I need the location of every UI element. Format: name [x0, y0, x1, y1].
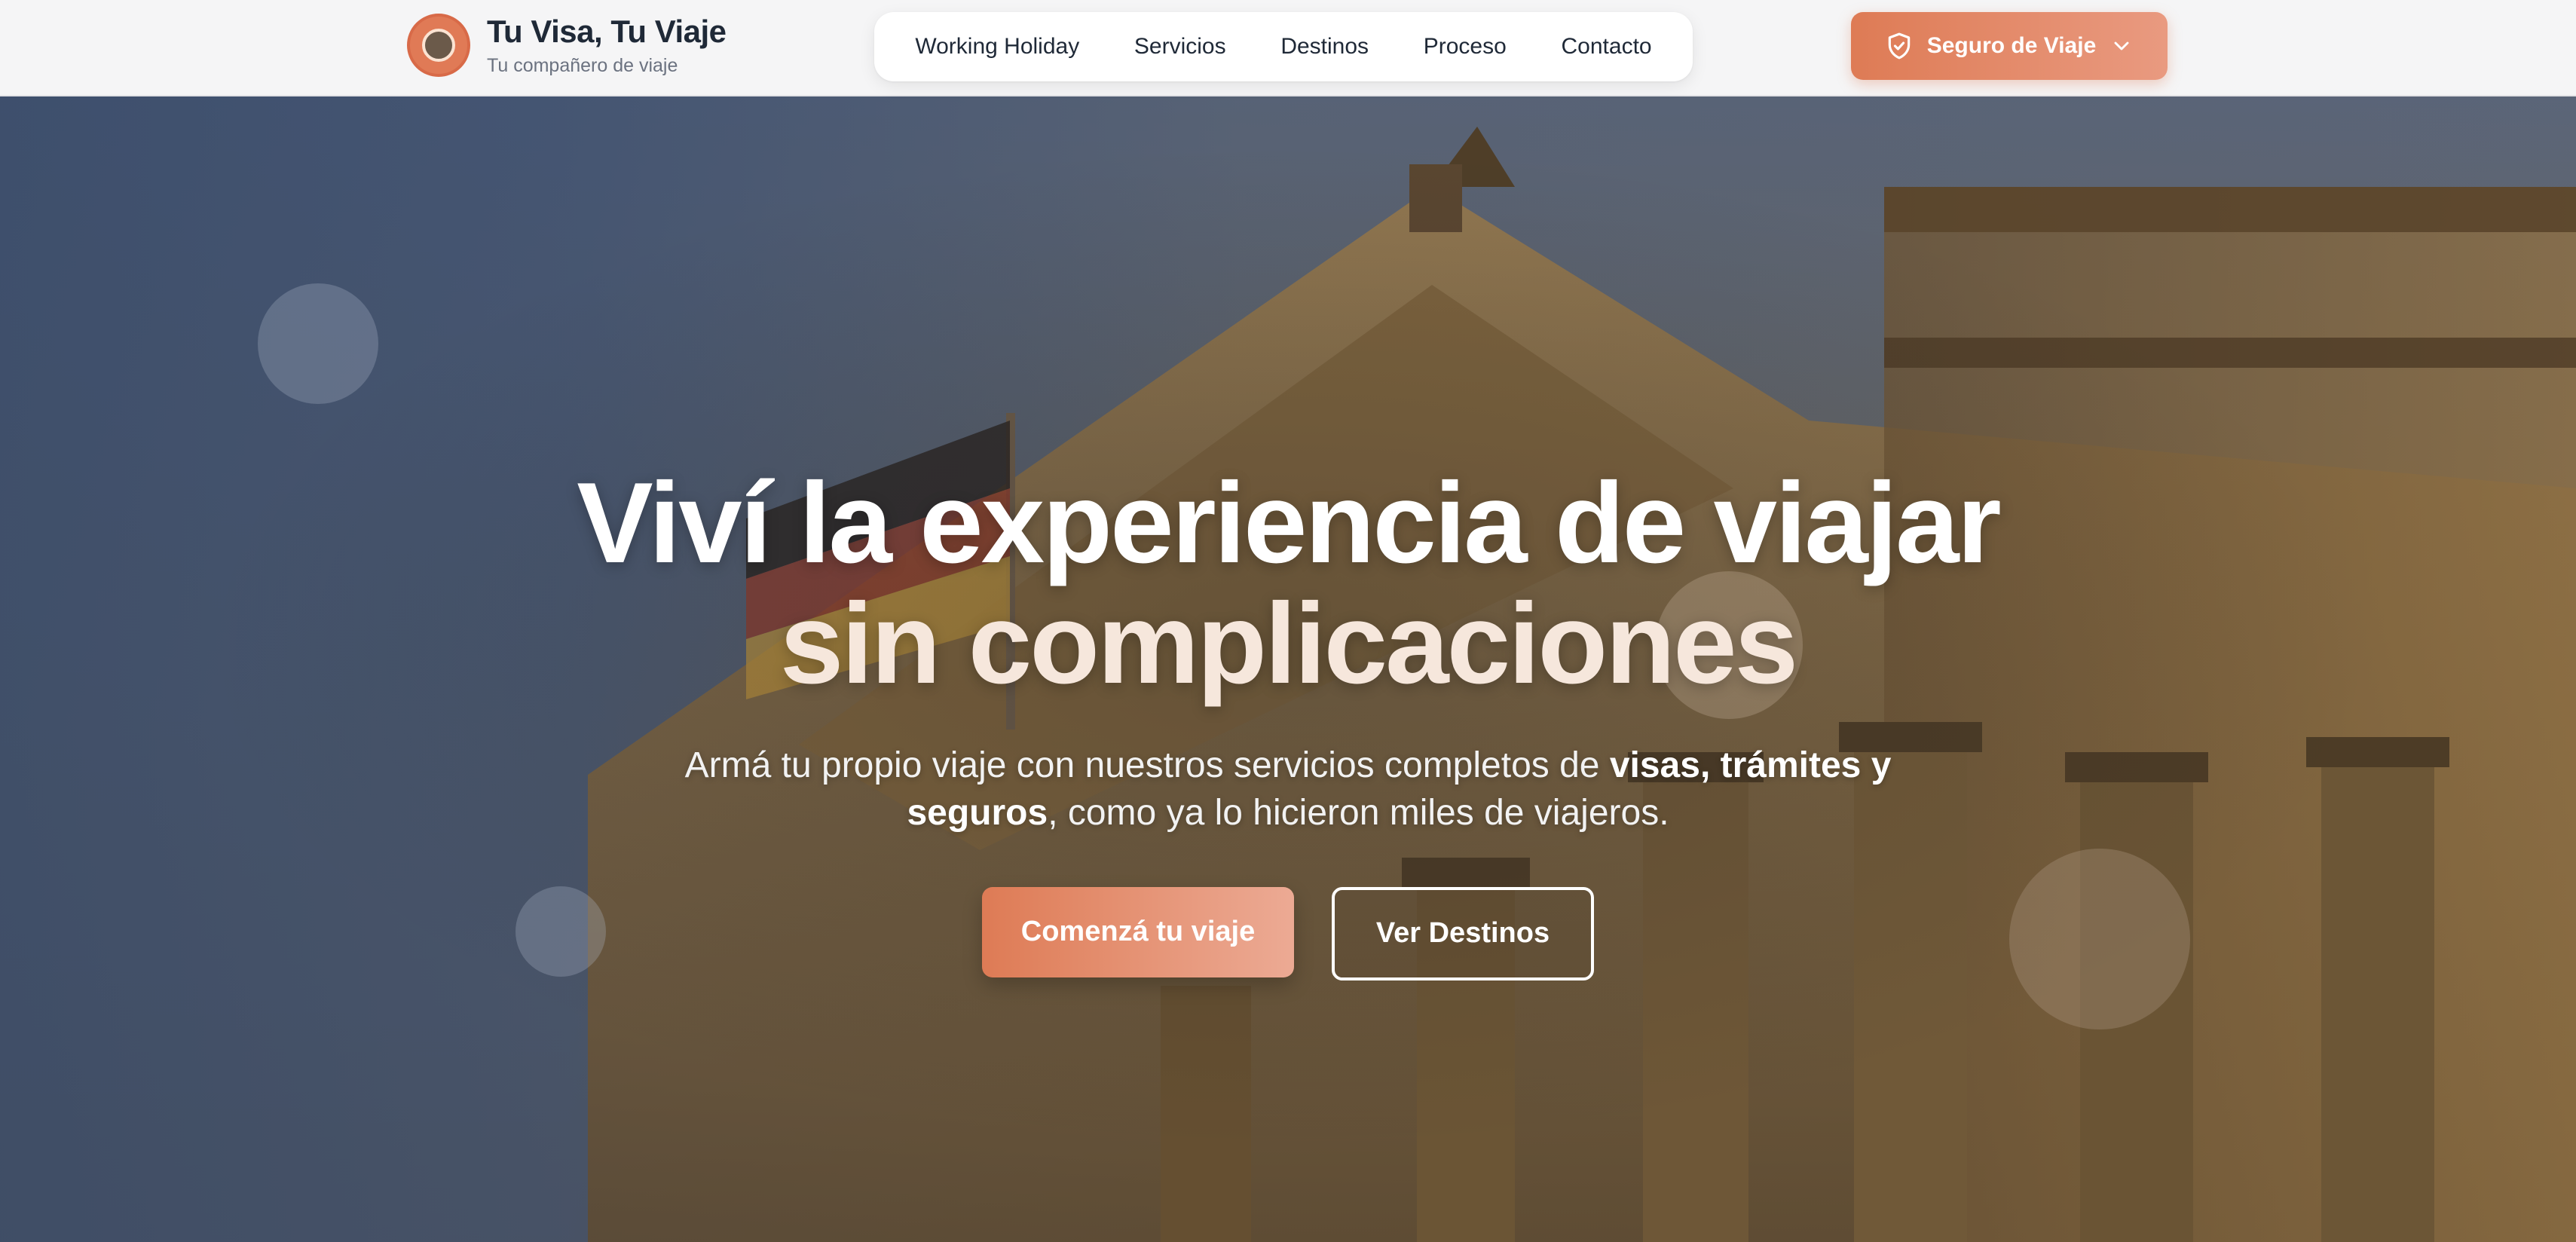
- brand-title: Tu Visa, Tu Viaje: [487, 14, 727, 50]
- hero-headline: Viví la experiencia de viajar sin compli…: [0, 466, 2576, 701]
- nav-item-contacto[interactable]: Contacto: [1550, 26, 1664, 67]
- nav-item-servicios[interactable]: Servicios: [1122, 26, 1238, 67]
- hero-section: Viví la experiencia de viajar sin compli…: [0, 96, 2576, 1242]
- brand-text: Tu Visa, Tu Viaje Tu compañero de viaje: [487, 14, 727, 76]
- nav-item-destinos[interactable]: Destinos: [1268, 26, 1381, 67]
- chevron-down-icon: [2114, 41, 2129, 50]
- nav-item-working-holiday[interactable]: Working Holiday: [903, 26, 1091, 67]
- hero-subtext-part2: , como ya lo hicieron miles de viajeros.: [1048, 793, 1669, 834]
- hero-buttons: Comenzá tu viaje Ver Destinos: [0, 886, 2576, 980]
- brand-subtitle: Tu compañero de viaje: [487, 54, 678, 76]
- comenza-tu-viaje-button[interactable]: Comenzá tu viaje: [982, 886, 1294, 977]
- shield-check-icon: [1888, 32, 1910, 60]
- hero-headline-line1: Viví la experiencia de viajar: [577, 459, 2001, 587]
- seguro-de-viaje-button[interactable]: Seguro de Viaje: [1851, 12, 2168, 80]
- hero-content: Viví la experiencia de viajar sin compli…: [0, 466, 2576, 980]
- hero-subtext-part1: Armá tu propio viaje con nuestros servic…: [684, 745, 1610, 785]
- nav-item-proceso[interactable]: Proceso: [1412, 26, 1519, 67]
- site-header: Tu Visa, Tu Viaje Tu compañero de viaje …: [0, 0, 2576, 96]
- hero-headline-line2: sin complicaciones: [779, 580, 1798, 708]
- seguro-de-viaje-label: Seguro de Viaje: [1926, 33, 2097, 58]
- main-nav: Working Holiday Servicios Destinos Proce…: [874, 12, 1693, 81]
- brand-logo-icon: [407, 14, 470, 77]
- hero-subtext: Armá tu propio viaje con nuestros servic…: [678, 742, 1898, 837]
- brand[interactable]: Tu Visa, Tu Viaje Tu compañero de viaje: [407, 14, 727, 77]
- ver-destinos-button[interactable]: Ver Destinos: [1332, 886, 1594, 980]
- decorative-circle: [258, 283, 378, 404]
